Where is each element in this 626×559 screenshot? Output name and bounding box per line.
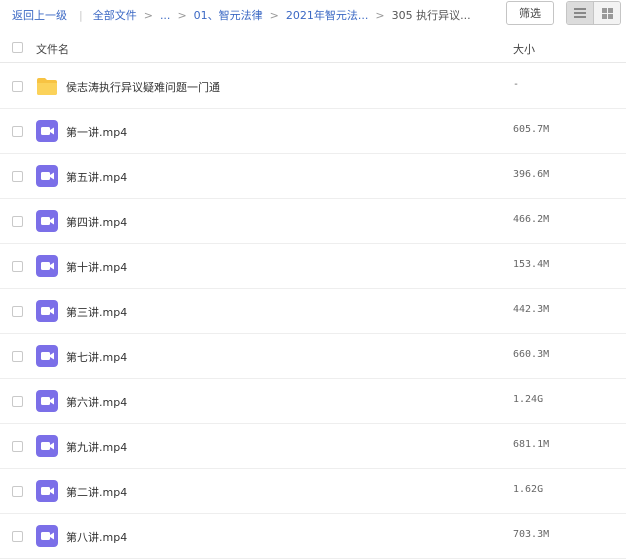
breadcrumb-separator: > bbox=[269, 8, 279, 22]
list-icon bbox=[574, 8, 586, 18]
video-file-icon bbox=[36, 435, 58, 457]
file-name[interactable]: 第五讲.mp4 bbox=[66, 169, 127, 185]
file-row[interactable]: 第十讲.mp4 153.4M bbox=[0, 244, 626, 289]
file-row[interactable]: 第九讲.mp4 681.1M bbox=[0, 424, 626, 469]
breadcrumb-level2[interactable]: 2021年智元法... bbox=[286, 7, 368, 23]
back-link[interactable]: 返回上一级 bbox=[12, 7, 67, 23]
file-name[interactable]: 第十讲.mp4 bbox=[66, 259, 127, 275]
breadcrumb: 返回上一级 | 全部文件 > ... > 01、智元法律 > 2021年智元法.… bbox=[12, 7, 471, 23]
file-name[interactable]: 第六讲.mp4 bbox=[66, 394, 127, 410]
row-checkbox[interactable] bbox=[12, 126, 23, 137]
breadcrumb-current: 305 执行异议... bbox=[391, 9, 471, 22]
file-row[interactable]: 第一讲.mp4 605.7M bbox=[0, 109, 626, 154]
file-size: 1.62G bbox=[513, 484, 544, 495]
file-size: 681.1M bbox=[513, 439, 550, 450]
video-file-icon bbox=[36, 300, 58, 322]
file-row[interactable]: 第三讲.mp4 442.3M bbox=[0, 289, 626, 334]
file-size: - bbox=[513, 79, 520, 90]
file-size: 442.3M bbox=[513, 304, 550, 315]
breadcrumb-separator: > bbox=[177, 8, 187, 22]
row-checkbox[interactable] bbox=[12, 351, 23, 362]
file-row[interactable]: 第六讲.mp4 1.24G bbox=[0, 379, 626, 424]
select-all-checkbox[interactable] bbox=[12, 42, 23, 53]
breadcrumb-separator: > bbox=[375, 8, 385, 22]
grid-icon bbox=[601, 7, 613, 19]
row-checkbox[interactable] bbox=[12, 441, 23, 452]
top-bar: 返回上一级 | 全部文件 > ... > 01、智元法律 > 2021年智元法.… bbox=[0, 0, 626, 30]
row-checkbox[interactable] bbox=[12, 81, 23, 92]
folder-row[interactable]: 侯志涛执行异议疑难问题一门通 - bbox=[0, 64, 626, 109]
file-size: 660.3M bbox=[513, 349, 550, 360]
breadcrumb-separator: > bbox=[143, 8, 153, 22]
file-row[interactable]: 第五讲.mp4 396.6M bbox=[0, 154, 626, 199]
row-checkbox[interactable] bbox=[12, 306, 23, 317]
row-checkbox[interactable] bbox=[12, 171, 23, 182]
video-file-icon bbox=[36, 120, 58, 142]
file-name[interactable]: 第三讲.mp4 bbox=[66, 304, 127, 320]
file-row[interactable]: 第七讲.mp4 660.3M bbox=[0, 334, 626, 379]
file-name[interactable]: 第八讲.mp4 bbox=[66, 529, 127, 545]
video-file-icon bbox=[36, 345, 58, 367]
grid-view-button[interactable] bbox=[593, 2, 620, 24]
file-size: 153.4M bbox=[513, 259, 550, 270]
file-name[interactable]: 侯志涛执行异议疑难问题一门通 bbox=[66, 79, 220, 95]
file-row[interactable]: 第二讲.mp4 1.62G bbox=[0, 469, 626, 514]
file-name[interactable]: 第七讲.mp4 bbox=[66, 349, 127, 365]
filter-button[interactable]: 筛选 bbox=[506, 1, 554, 25]
breadcrumb-ellipsis[interactable]: ... bbox=[160, 9, 171, 22]
folder-icon bbox=[36, 75, 58, 97]
breadcrumb-level1[interactable]: 01、智元法律 bbox=[194, 7, 263, 23]
file-row[interactable]: 第四讲.mp4 466.2M bbox=[0, 199, 626, 244]
row-checkbox[interactable] bbox=[12, 486, 23, 497]
video-file-icon bbox=[36, 165, 58, 187]
row-checkbox[interactable] bbox=[12, 531, 23, 542]
file-size: 703.3M bbox=[513, 529, 550, 540]
file-size: 466.2M bbox=[513, 214, 550, 225]
column-header-name[interactable]: 文件名 bbox=[36, 41, 69, 57]
video-file-icon bbox=[36, 390, 58, 412]
file-size: 1.24G bbox=[513, 394, 544, 405]
breadcrumb-divider: | bbox=[79, 8, 83, 22]
file-row[interactable]: 第八讲.mp4 703.3M bbox=[0, 514, 626, 559]
row-checkbox[interactable] bbox=[12, 396, 23, 407]
video-file-icon bbox=[36, 210, 58, 232]
file-name[interactable]: 第九讲.mp4 bbox=[66, 439, 127, 455]
breadcrumb-root[interactable]: 全部文件 bbox=[93, 7, 137, 23]
list-view-button[interactable] bbox=[567, 2, 593, 24]
video-file-icon bbox=[36, 255, 58, 277]
file-list-header: 文件名 大小 bbox=[0, 34, 626, 63]
file-name[interactable]: 第一讲.mp4 bbox=[66, 124, 127, 140]
column-header-size[interactable]: 大小 bbox=[513, 41, 535, 57]
file-size: 605.7M bbox=[513, 124, 550, 135]
file-name[interactable]: 第四讲.mp4 bbox=[66, 214, 127, 230]
video-file-icon bbox=[36, 525, 58, 547]
file-size: 396.6M bbox=[513, 169, 550, 180]
row-checkbox[interactable] bbox=[12, 216, 23, 227]
video-file-icon bbox=[36, 480, 58, 502]
view-toggle bbox=[566, 1, 621, 25]
file-name[interactable]: 第二讲.mp4 bbox=[66, 484, 127, 500]
row-checkbox[interactable] bbox=[12, 261, 23, 272]
